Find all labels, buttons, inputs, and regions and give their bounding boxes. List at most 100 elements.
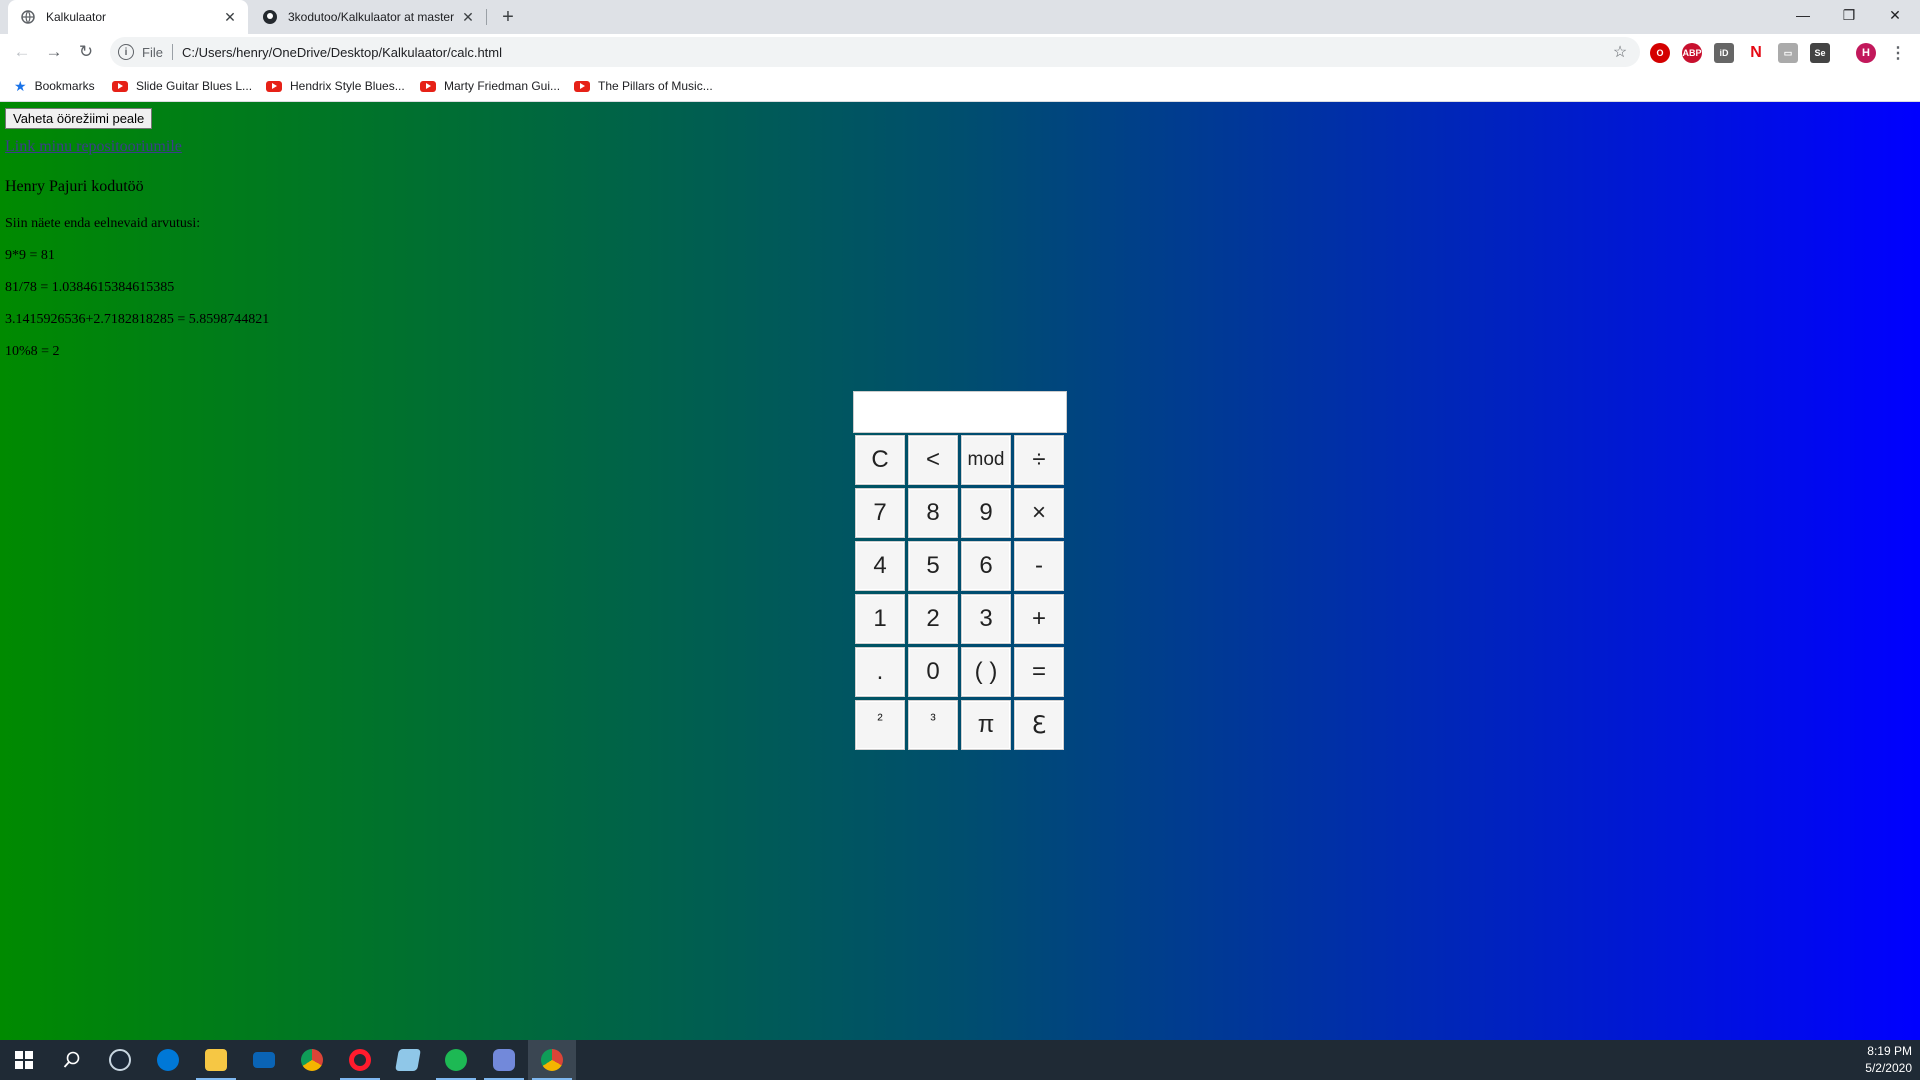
calculator-keypad: C < mod ÷ 7 8 9 × 4 5 6 - 1 2 3 + . 0 ( … bbox=[853, 435, 1067, 750]
digit-2-button[interactable]: 2 bbox=[908, 594, 958, 644]
search-icon[interactable] bbox=[48, 1040, 96, 1080]
forward-arrow-icon[interactable]: → bbox=[42, 40, 66, 64]
discord-icon[interactable] bbox=[480, 1040, 528, 1080]
tab-title: 3kodutoo/Kalkulaator at master bbox=[288, 10, 455, 24]
chrome-active-icon[interactable] bbox=[528, 1040, 576, 1080]
night-mode-button[interactable]: Vaheta öörežiimi peale bbox=[5, 108, 153, 129]
system-clock[interactable]: 8:19 PM 5/2/2020 bbox=[1865, 1043, 1912, 1077]
clock-date: 5/2/2020 bbox=[1865, 1061, 1912, 1075]
euler-button[interactable]: ℇ bbox=[1014, 700, 1064, 750]
tab-kalkulaator[interactable]: Kalkulaator ✕ bbox=[8, 0, 248, 34]
calculator-display[interactable] bbox=[853, 391, 1067, 433]
omnibox-divider bbox=[171, 44, 173, 60]
opera-icon[interactable] bbox=[336, 1040, 384, 1080]
equals-button[interactable]: = bbox=[1014, 647, 1064, 697]
windows-start-icon[interactable] bbox=[0, 1040, 48, 1080]
bookmark-item[interactable]: Hendrix Style Blues... bbox=[266, 78, 405, 94]
notepad-icon[interactable] bbox=[384, 1040, 432, 1080]
file-explorer-icon[interactable] bbox=[192, 1040, 240, 1080]
bookmark-label: Slide Guitar Blues L... bbox=[136, 79, 253, 93]
square-button[interactable]: ² bbox=[855, 700, 905, 750]
window-close-icon[interactable]: ✕ bbox=[1872, 0, 1918, 30]
parentheses-button[interactable]: ( ) bbox=[961, 647, 1011, 697]
clear-button[interactable]: C bbox=[855, 435, 905, 485]
digit-7-button[interactable]: 7 bbox=[855, 488, 905, 538]
tab-close-icon[interactable]: ✕ bbox=[458, 7, 478, 27]
digit-4-button[interactable]: 4 bbox=[855, 541, 905, 591]
chrome-icon[interactable] bbox=[288, 1040, 336, 1080]
back-arrow-icon[interactable]: ← bbox=[10, 40, 34, 64]
digit-0-button[interactable]: 0 bbox=[908, 647, 958, 697]
profile-avatar[interactable]: H bbox=[1856, 43, 1876, 63]
mod-button[interactable]: mod bbox=[961, 435, 1011, 485]
backspace-button[interactable]: < bbox=[908, 435, 958, 485]
bookmark-label: Marty Friedman Gui... bbox=[444, 79, 561, 93]
globe-icon bbox=[20, 9, 36, 25]
url-text[interactable]: C:/Users/henry/OneDrive/Desktop/Kalkulaa… bbox=[182, 45, 1608, 60]
calculator: C < mod ÷ 7 8 9 × 4 5 6 - 1 2 3 + . 0 ( … bbox=[853, 391, 1067, 750]
bookmark-label: Hendrix Style Blues... bbox=[290, 79, 405, 93]
digit-8-button[interactable]: 8 bbox=[908, 488, 958, 538]
youtube-icon bbox=[574, 80, 590, 92]
id-extension-icon[interactable]: iD bbox=[1714, 43, 1734, 63]
digit-6-button[interactable]: 6 bbox=[961, 541, 1011, 591]
youtube-icon bbox=[112, 80, 128, 92]
bookmark-star-icon[interactable]: ☆ bbox=[1608, 42, 1632, 62]
star-icon: ★ bbox=[14, 77, 27, 94]
adblock-extension-icon[interactable]: ABP bbox=[1682, 43, 1702, 63]
bookmark-label: Bookmarks bbox=[34, 79, 95, 93]
clock-time: 8:19 PM bbox=[1867, 1044, 1912, 1058]
bookmark-item[interactable]: Slide Guitar Blues L... bbox=[112, 78, 252, 94]
selenium-extension-icon[interactable]: Se bbox=[1810, 43, 1830, 63]
history-title: Siin näete enda eelnevaid arvutusi: bbox=[5, 216, 201, 231]
youtube-icon bbox=[420, 80, 436, 92]
history-item: 9*9 = 81 bbox=[5, 248, 55, 263]
digit-9-button[interactable]: 9 bbox=[961, 488, 1011, 538]
tab-divider bbox=[486, 9, 487, 25]
minimize-icon[interactable]: — bbox=[1780, 0, 1826, 30]
info-icon[interactable]: i bbox=[118, 44, 134, 60]
tab-close-icon[interactable]: ✕ bbox=[220, 7, 240, 27]
extension-icon[interactable]: ▭ bbox=[1778, 43, 1798, 63]
digit-5-button[interactable]: 5 bbox=[908, 541, 958, 591]
repository-link[interactable]: Link minu repositooriumile bbox=[5, 138, 182, 156]
pi-button[interactable]: π bbox=[961, 700, 1011, 750]
mail-icon[interactable] bbox=[240, 1040, 288, 1080]
opera-extension-icon[interactable]: O bbox=[1650, 43, 1670, 63]
history-item: 3.1415926536+2.7182818285 = 5.8598744821 bbox=[5, 312, 270, 327]
menu-kebab-icon[interactable]: ⋮ bbox=[1888, 43, 1908, 63]
spotify-icon[interactable] bbox=[432, 1040, 480, 1080]
digit-3-button[interactable]: 3 bbox=[961, 594, 1011, 644]
subtract-button[interactable]: - bbox=[1014, 541, 1064, 591]
reload-icon[interactable]: ↻ bbox=[74, 40, 98, 64]
steam-icon[interactable] bbox=[96, 1040, 144, 1080]
windows-taskbar: 8:19 PM 5/2/2020 bbox=[0, 1040, 1920, 1080]
edge-icon[interactable] bbox=[144, 1040, 192, 1080]
bookmarks-bar: ★ Bookmarks Slide Guitar Blues L... Hend… bbox=[0, 70, 1920, 102]
digit-1-button[interactable]: 1 bbox=[855, 594, 905, 644]
history-item: 81/78 = 1.0384615384615385 bbox=[5, 280, 175, 295]
history-item: 10%8 = 2 bbox=[5, 344, 60, 359]
cube-button[interactable]: ³ bbox=[908, 700, 958, 750]
browser-toolbar: ← → ↻ i File C:/Users/henry/OneDrive/Des… bbox=[0, 34, 1920, 70]
multiply-button[interactable]: × bbox=[1014, 488, 1064, 538]
author-text: Henry Pajuri kodutöö bbox=[5, 178, 144, 195]
browser-tab-strip: Kalkulaator ✕ 3kodutoo/Kalkulaator at ma… bbox=[0, 0, 1920, 34]
restore-icon[interactable]: ❐ bbox=[1826, 0, 1872, 30]
netflix-extension-icon[interactable]: N bbox=[1746, 43, 1766, 63]
page-content: Vaheta öörežiimi peale Link minu reposit… bbox=[0, 102, 1920, 1040]
address-bar[interactable]: i File C:/Users/henry/OneDrive/Desktop/K… bbox=[110, 37, 1640, 67]
decimal-button[interactable]: . bbox=[855, 647, 905, 697]
add-button[interactable]: + bbox=[1014, 594, 1064, 644]
bookmark-item[interactable]: Marty Friedman Gui... bbox=[420, 78, 560, 94]
youtube-icon bbox=[266, 80, 282, 92]
bookmark-folder[interactable]: ★ Bookmarks bbox=[14, 78, 95, 94]
new-tab-button[interactable]: + bbox=[496, 5, 520, 29]
tab-title: Kalkulaator bbox=[46, 10, 107, 24]
bookmark-item[interactable]: The Pillars of Music... bbox=[574, 78, 713, 94]
tab-github-repo[interactable]: 3kodutoo/Kalkulaator at master ✕ bbox=[250, 0, 486, 34]
divide-button[interactable]: ÷ bbox=[1014, 435, 1064, 485]
url-scheme: File bbox=[142, 44, 163, 60]
bookmark-label: The Pillars of Music... bbox=[598, 79, 713, 93]
github-icon bbox=[262, 9, 278, 25]
